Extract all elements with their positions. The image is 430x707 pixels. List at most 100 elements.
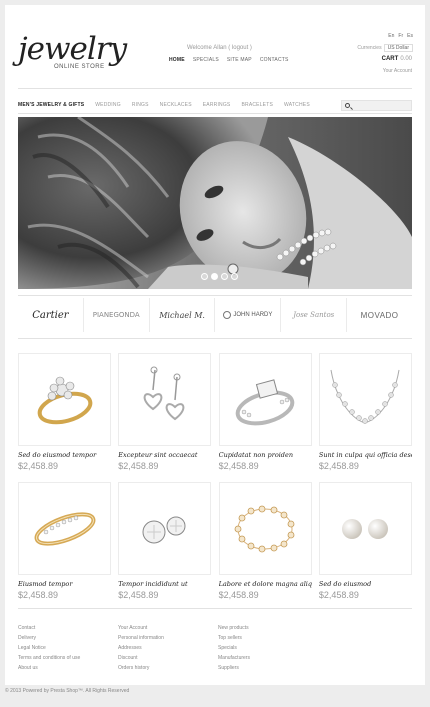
brand-john-hardy-label: JOHN HARDY — [233, 312, 273, 318]
footer-link[interactable]: Top sellers — [218, 633, 318, 643]
product-name[interactable]: Excepteur sint occaecat — [118, 451, 211, 459]
brand-movado[interactable]: MOVADO — [346, 298, 412, 332]
footer-link[interactable]: Manufacturers — [218, 653, 318, 663]
slide-dot-4[interactable] — [231, 273, 238, 280]
footer-divider — [18, 608, 412, 609]
slide-dot-1[interactable] — [201, 273, 208, 280]
product-card[interactable]: Sed do eiusmod tempor $2,458.89 — [18, 353, 111, 471]
product-name[interactable]: Eiusmod tempor — [18, 580, 111, 588]
language-en[interactable]: En — [388, 33, 394, 39]
menu-watches[interactable]: WATCHES — [284, 102, 310, 108]
footer-link[interactable]: Your Account — [118, 623, 218, 633]
product-name[interactable]: Tempor incididunt ut — [118, 580, 211, 588]
stud-earrings-icon — [142, 516, 186, 543]
footer-link[interactable]: Delivery — [18, 633, 118, 643]
search-icon[interactable] — [345, 103, 350, 108]
footer-link[interactable]: Discount — [118, 653, 218, 663]
product-image[interactable] — [18, 353, 111, 446]
footer-links: Contact Delivery Legal Notice Terms and … — [18, 623, 412, 673]
currency-dropdown[interactable]: US Dollar — [383, 44, 413, 52]
product-price: $2,458.89 — [318, 590, 359, 600]
menu-divider — [18, 113, 412, 114]
footer-link[interactable]: Personal information — [118, 633, 218, 643]
bracelet-icon — [234, 505, 295, 552]
product-card[interactable]: Sunt in culpa qui officia deseru $2,458.… — [318, 353, 412, 471]
product-name[interactable]: Sed do eiusmod — [319, 580, 412, 588]
menu-wedding[interactable]: WEDDING — [95, 102, 121, 108]
menu-rings[interactable]: RINGS — [132, 102, 149, 108]
product-card[interactable]: Cupidatat non proiden $2,458.89 — [218, 353, 312, 471]
john-hardy-logo-icon — [223, 311, 232, 319]
product-name[interactable]: Labore et dolore magna aliqu — [219, 580, 312, 588]
store-logo[interactable]: jewelry ONLINE STORE — [18, 33, 127, 78]
nav-contacts[interactable]: CONTACTS — [260, 57, 289, 63]
model-photo — [18, 117, 412, 289]
silver-ring-icon — [235, 378, 295, 425]
product-card[interactable]: Eiusmod tempor $2,458.89 — [18, 482, 111, 600]
product-card[interactable]: Tempor incididunt ut $2,458.89 — [118, 482, 212, 600]
product-card[interactable]: Excepteur sint occaecat $2,458.89 — [118, 353, 212, 471]
cart-total: 0.00 — [400, 56, 412, 62]
search-input[interactable] — [341, 100, 412, 111]
brands-top-divider — [18, 295, 412, 296]
heart-necklace-icon — [330, 369, 400, 424]
nav-home[interactable]: HOME — [169, 57, 185, 63]
product-name[interactable]: Sunt in culpa qui officia deseru — [319, 451, 412, 459]
logo-word: jewelry — [18, 31, 127, 67]
footer-column-info: Contact Delivery Legal Notice Terms and … — [18, 623, 118, 673]
product-image[interactable] — [218, 353, 312, 446]
footer-link[interactable]: Orders history — [118, 663, 218, 673]
hero-banner[interactable] — [18, 117, 412, 289]
product-price: $2,458.89 — [18, 590, 59, 600]
page: jewelry ONLINE STORE Welcome Allan ( log… — [5, 5, 425, 685]
footer-link[interactable]: Terms and conditions of use — [18, 653, 118, 663]
nav-site-map[interactable]: SITE MAP — [227, 57, 252, 63]
footer-column-catalog: New products Top sellers Specials Manufa… — [218, 623, 318, 673]
brand-pianegonda[interactable]: PIANEGONDA — [82, 298, 149, 332]
footer-link[interactable]: Suppliers — [218, 663, 318, 673]
gold-band-icon — [34, 511, 95, 546]
product-price: $2,458.89 — [18, 461, 59, 471]
product-name[interactable]: Sed do eiusmod tempor — [18, 451, 111, 459]
footer-link[interactable]: New products — [218, 623, 318, 633]
product-card[interactable]: Labore et dolore magna aliqu $2,458.89 — [218, 482, 312, 600]
nav-specials[interactable]: SPECIALS — [193, 57, 219, 63]
brand-john-hardy[interactable]: JOHN HARDY — [214, 298, 280, 332]
slide-dot-3[interactable] — [221, 273, 228, 280]
language-es[interactable]: Es — [407, 33, 413, 39]
menu-mens-jewelry[interactable]: MEN'S JEWELRY & GIFTS — [18, 102, 84, 108]
menu-earrings[interactable]: EARRINGS — [203, 102, 231, 108]
cart-link[interactable]: CART 0.00 — [382, 56, 412, 62]
currency-label: Currencies — [357, 45, 382, 51]
product-image[interactable] — [118, 353, 212, 446]
footer-link[interactable]: About us — [18, 663, 118, 673]
cart-label: CART — [381, 56, 399, 62]
account-link[interactable]: Your Account — [383, 68, 412, 74]
category-menu: MEN'S JEWELRY & GIFTS WEDDING RINGS NECK… — [18, 102, 310, 108]
slider-dots — [201, 273, 238, 280]
product-image[interactable] — [218, 482, 312, 575]
product-image[interactable] — [318, 482, 412, 575]
product-card[interactable]: Sed do eiusmod $2,458.89 — [318, 482, 412, 600]
product-image[interactable] — [118, 482, 212, 575]
pearl-earrings-icon — [342, 518, 389, 539]
menu-necklaces[interactable]: NECKLACES — [160, 102, 192, 108]
menu-bracelets[interactable]: BRACELETS — [241, 102, 273, 108]
language-fr[interactable]: Fr — [398, 33, 403, 39]
footer-link[interactable]: Legal Notice — [18, 643, 118, 653]
footer-link[interactable]: Addresses — [118, 643, 218, 653]
footer-link[interactable]: Specials — [218, 643, 318, 653]
footer-column-account: Your Account Personal information Addres… — [118, 623, 218, 673]
product-image[interactable] — [18, 482, 111, 575]
brand-cartier[interactable]: Cartier — [18, 298, 83, 332]
copyright-text: © 2013 Powered by Presta Shop™. All Righ… — [5, 688, 130, 694]
welcome-text: Welcome Allan ( logout ) — [187, 45, 252, 51]
brand-michael-m[interactable]: Michael M. — [148, 298, 215, 332]
product-price: $2,458.89 — [218, 461, 259, 471]
brand-jose-santos[interactable]: Jose Santos — [280, 298, 346, 332]
product-name[interactable]: Cupidatat non proiden — [219, 451, 312, 459]
heart-earrings-icon — [143, 366, 185, 420]
slide-dot-2[interactable] — [211, 273, 218, 280]
footer-link[interactable]: Contact — [18, 623, 118, 633]
product-image[interactable] — [318, 353, 412, 446]
